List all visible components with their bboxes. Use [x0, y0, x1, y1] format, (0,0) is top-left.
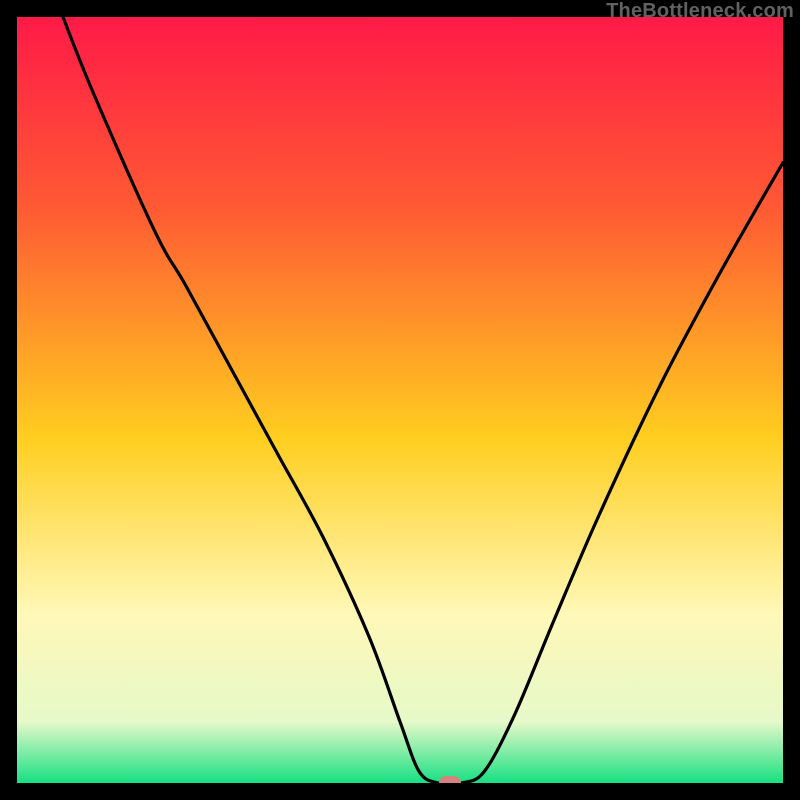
chart-stage: TheBottleneck.com	[0, 0, 800, 800]
bottleneck-curve	[17, 17, 783, 783]
credit-label: TheBottleneck.com	[606, 0, 794, 23]
minimum-marker	[439, 776, 461, 783]
plot-area	[17, 17, 783, 783]
